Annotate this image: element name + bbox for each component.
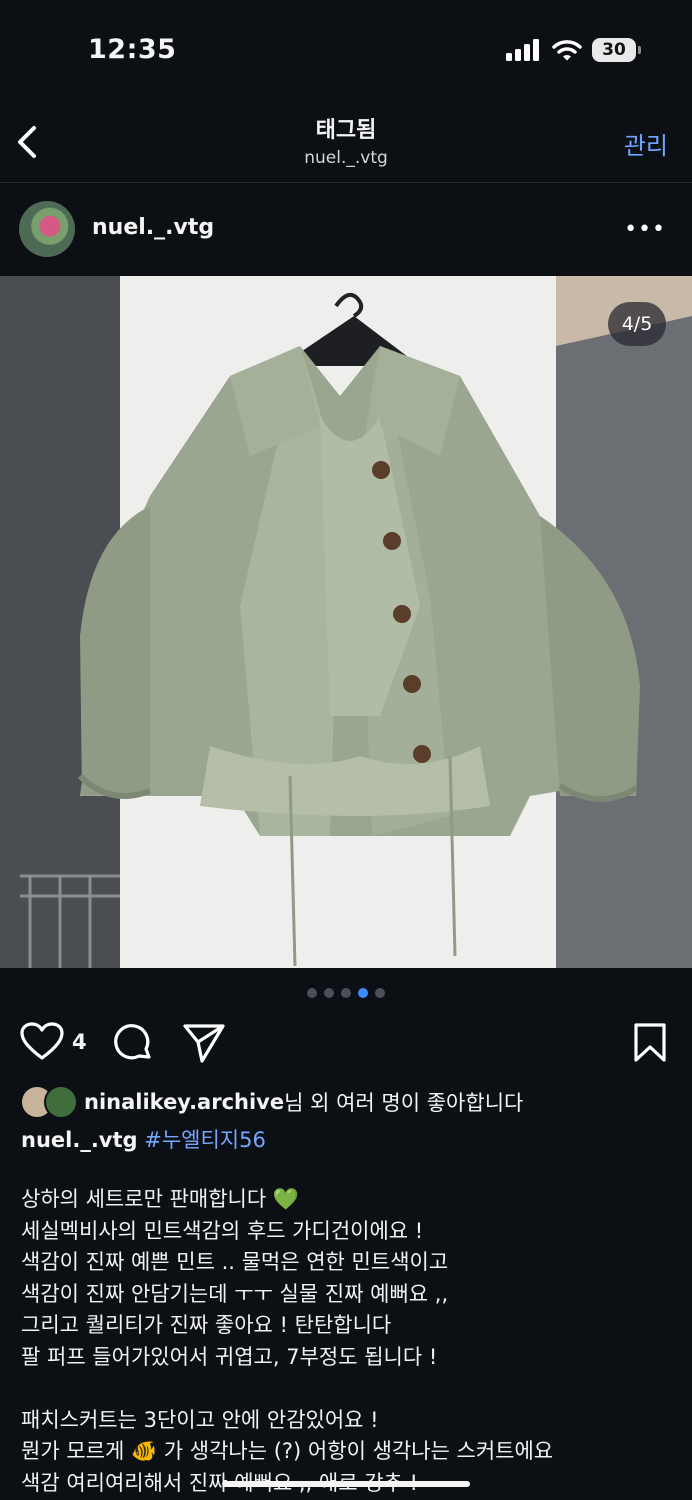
caption-line: 세실멕비사의 민트색감의 후드 가디건이에요 ! bbox=[21, 1218, 424, 1243]
carousel-dot-active bbox=[358, 988, 368, 998]
status-bar: 12:35 30 bbox=[0, 0, 692, 100]
post-username[interactable]: nuel._.vtg bbox=[92, 215, 214, 240]
liked-by[interactable]: ninalikey.archive 님 외 여러 명이 좋아합니다 bbox=[20, 1084, 523, 1120]
like-count[interactable]: 4 bbox=[72, 1030, 87, 1054]
header: 태그됨 nuel._.vtg 관리 bbox=[0, 100, 692, 183]
cellular-signal-icon bbox=[506, 39, 539, 61]
clock: 12:35 bbox=[88, 34, 177, 65]
caption-line: 상하의 세트로만 판매합니다 💚 bbox=[21, 1187, 300, 1211]
caption: nuel._.vtg #누엘티지56 bbox=[21, 1124, 266, 1154]
caption-body: 상하의 세트로만 판매합니다 💚 세실멕비사의 민트색감의 후드 가디건이에요 … bbox=[21, 1184, 681, 1499]
avatar[interactable] bbox=[19, 201, 75, 257]
wifi-icon bbox=[552, 40, 582, 61]
status-icons: 30 bbox=[506, 38, 641, 62]
post-header: nuel._.vtg ••• bbox=[0, 183, 692, 275]
heart-icon[interactable] bbox=[20, 1022, 64, 1062]
manage-button[interactable]: 관리 bbox=[624, 126, 668, 161]
carousel-dot bbox=[341, 988, 351, 998]
hashtag[interactable]: #누엘티지56 bbox=[144, 1128, 266, 1152]
home-indicator[interactable] bbox=[222, 1481, 470, 1487]
liker-avatar bbox=[44, 1085, 78, 1119]
caption-line: 뭔가 모르게 🐠 가 생각나는 (?) 어항이 생각나는 스커트에요 bbox=[21, 1439, 554, 1463]
more-options-icon[interactable]: ••• bbox=[624, 217, 666, 242]
caption-line: 색감이 진짜 예쁜 민트 .. 물먹은 연한 민트색이고 bbox=[21, 1250, 449, 1274]
post-image[interactable]: 4/5 bbox=[0, 276, 692, 968]
carousel-indicator bbox=[0, 988, 692, 1002]
image-counter: 4/5 bbox=[608, 302, 666, 346]
caption-line bbox=[21, 1373, 681, 1405]
caption-line: 그리고 퀄리티가 진짜 좋아요 ! 탄탄합니다 bbox=[21, 1313, 392, 1337]
action-bar: 4 bbox=[0, 1018, 692, 1068]
bookmark-icon[interactable] bbox=[632, 1022, 668, 1064]
carousel-dot bbox=[324, 988, 334, 998]
liked-by-text: 님 외 여러 명이 좋아합니다 bbox=[284, 1091, 524, 1115]
page-subtitle: nuel._.vtg bbox=[304, 148, 388, 168]
caption-line: 팔 퍼프 들어가있어서 귀엽고, 7부정도 됩니다 ! bbox=[21, 1344, 438, 1369]
battery-icon: 30 bbox=[592, 38, 641, 62]
liker-username[interactable]: ninalikey.archive bbox=[84, 1090, 284, 1114]
carousel-dot bbox=[307, 988, 317, 998]
caption-username[interactable]: nuel._.vtg bbox=[21, 1128, 138, 1152]
caption-line: 패치스커트는 3단이고 안에 안감있어요 ! bbox=[21, 1407, 379, 1432]
comment-icon[interactable] bbox=[112, 1022, 154, 1064]
caption-line: 색감이 진짜 안담기는데 ㅜㅜ 실물 진짜 예뻐요 ,, bbox=[21, 1281, 449, 1306]
share-icon[interactable] bbox=[182, 1022, 226, 1064]
carousel-dot bbox=[375, 988, 385, 998]
page-title: 태그됨 bbox=[315, 118, 377, 143]
cardigan-photo bbox=[0, 276, 692, 968]
